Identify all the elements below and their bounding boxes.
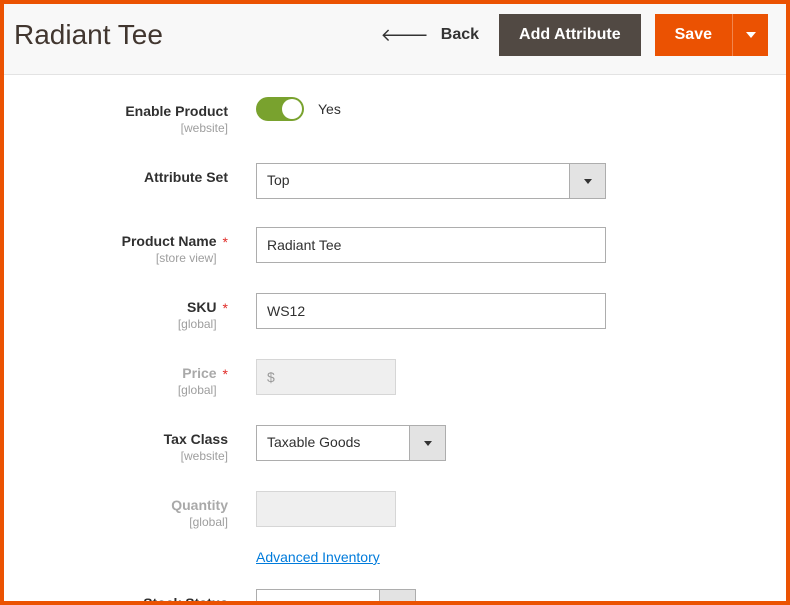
required-indicator: *: [223, 301, 228, 315]
attribute-set-caret[interactable]: [569, 164, 605, 198]
sku-input[interactable]: [256, 293, 606, 329]
stock-status-value: In Stock: [257, 590, 379, 601]
stock-status-caret[interactable]: [379, 590, 415, 601]
scope-website: [website]: [181, 449, 228, 463]
add-attribute-button[interactable]: Add Attribute: [499, 14, 641, 56]
attribute-set-label: Attribute Set: [144, 169, 228, 185]
page-title: Radiant Tee: [14, 19, 380, 51]
toggle-knob: [282, 99, 302, 119]
back-label: Back: [441, 26, 479, 44]
tax-class-label: Tax Class: [164, 431, 228, 447]
enable-product-label: Enable Product: [125, 103, 228, 119]
tax-class-caret[interactable]: [409, 426, 445, 460]
attribute-set-value: Top: [257, 164, 569, 198]
scope-global: [global]: [178, 383, 217, 397]
tax-class-value: Taxable Goods: [257, 426, 409, 460]
arrow-left-icon: 🡐: [380, 25, 428, 46]
required-indicator: *: [223, 367, 228, 381]
product-name-input[interactable]: [256, 227, 606, 263]
required-indicator: *: [223, 235, 228, 249]
enable-product-value: Yes: [318, 101, 341, 117]
price-input: $: [256, 359, 396, 395]
scope-website: [website]: [181, 121, 228, 135]
caret-down-icon: [746, 32, 756, 38]
product-name-label: Product Name: [122, 233, 217, 249]
scope-storeview: [store view]: [156, 251, 217, 265]
scope-global: [global]: [189, 515, 228, 529]
scope-global: [global]: [178, 317, 217, 331]
save-dropdown-button[interactable]: [732, 14, 768, 56]
stock-status-select[interactable]: In Stock: [256, 589, 416, 601]
advanced-inventory-link[interactable]: Advanced Inventory: [256, 549, 380, 565]
save-button[interactable]: Save: [655, 14, 732, 56]
tax-class-select[interactable]: Taxable Goods: [256, 425, 446, 461]
quantity-input: [256, 491, 396, 527]
sku-label: SKU: [187, 299, 217, 315]
attribute-set-select[interactable]: Top: [256, 163, 606, 199]
stock-status-label: Stock Status: [143, 595, 228, 601]
enable-product-toggle[interactable]: [256, 97, 304, 121]
quantity-label: Quantity: [171, 497, 228, 513]
price-label: Price: [182, 365, 216, 381]
back-button[interactable]: 🡐 Back: [380, 25, 479, 46]
caret-down-icon: [424, 441, 432, 446]
caret-down-icon: [584, 179, 592, 184]
